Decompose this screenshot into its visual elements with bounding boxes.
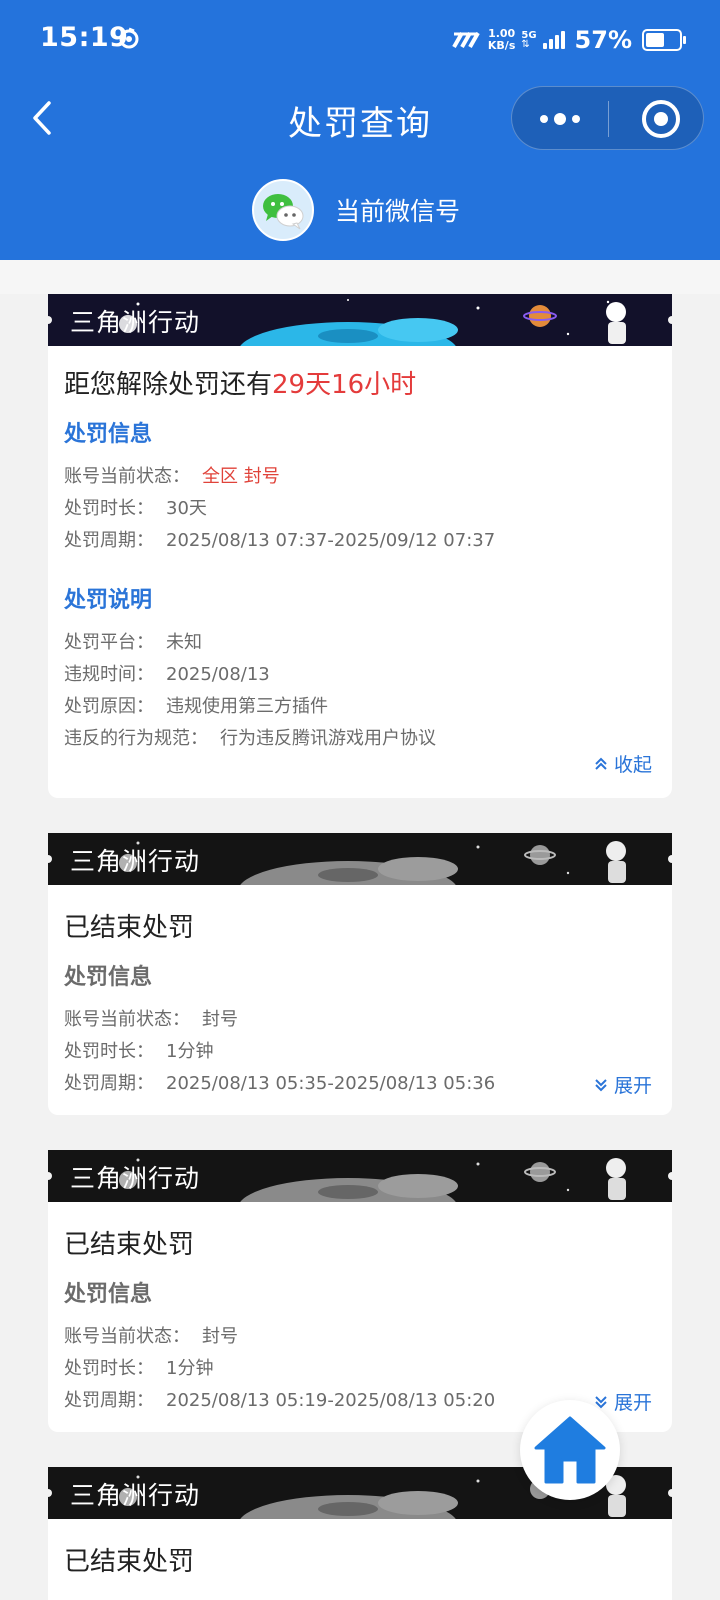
rule-value: 行为违反腾讯游戏用户协议 (220, 728, 436, 749)
description-section-title: 处罚说明 (64, 588, 153, 613)
rule-row: 违反的行为规范： 行为违反腾讯游戏用户协议 (64, 724, 436, 750)
game-name: 三角洲行动 (70, 1481, 201, 1510)
expand-button[interactable]: 展开 (594, 1388, 652, 1415)
account-label: 当前微信号 (335, 197, 461, 226)
expand-button[interactable]: 展开 (594, 1071, 652, 1098)
ended-headline: 已结束处罚 (64, 1230, 195, 1260)
period-row: 处罚周期： 2025/08/13 05:19-2025/08/13 05:20 (64, 1386, 495, 1412)
period-row: 处罚周期： 2025/08/13 05:35-2025/08/13 05:36 (64, 1069, 495, 1095)
status-time: 15:19 (40, 22, 129, 53)
status-value: 封号 (202, 1009, 238, 1030)
expand-label: 展开 (613, 1075, 652, 1097)
duration-value: 30天 (166, 498, 207, 519)
period-label: 处罚周期： (64, 1390, 154, 1411)
signal: 5G ⇅ (521, 31, 536, 50)
violation-time-label: 违规时间： (64, 664, 154, 685)
penalty-card-ended: 三角洲行动 已结束处罚 (48, 1467, 672, 1600)
collapse-button[interactable]: 收起 (594, 750, 652, 777)
status-row: 账号当前状态： 封号 (64, 1005, 238, 1031)
expand-label: 展开 (613, 1392, 652, 1414)
penalty-card-active: 三角洲行动 距您解除处罚还有29天16小时 处罚信息 账号当前状态： 全区 封号 … (48, 294, 672, 798)
platform-value: 未知 (166, 632, 202, 653)
status-value: 全区 封号 (202, 466, 280, 487)
wechat-logo-icon (252, 179, 314, 241)
period-value: 2025/08/13 05:19-2025/08/13 05:20 (166, 1390, 496, 1411)
nav-bar: 处罚查询 (0, 80, 720, 160)
home-button[interactable] (520, 1400, 620, 1500)
period-value: 2025/08/13 05:35-2025/08/13 05:36 (166, 1073, 496, 1094)
period-value: 2025/08/13 07:37-2025/09/12 07:37 (166, 530, 496, 551)
platform-row: 处罚平台： 未知 (64, 628, 202, 654)
reason-value: 违规使用第三方插件 (166, 696, 328, 717)
info-section-title: 处罚信息 (64, 422, 153, 447)
penalty-card-ended: 三角洲行动 已结束处罚 处罚信息 账号当前状态： 封号 处罚时长： 1分钟 处罚周期… (48, 833, 672, 1115)
status-row: 账号当前状态： 全区 封号 (64, 462, 280, 488)
game-banner: 三角洲行动 (48, 833, 672, 885)
data-arrows-icon: ⇅ (521, 39, 530, 50)
mini-program-capsule (511, 86, 704, 150)
duration-row: 处罚时长： 30天 (64, 494, 207, 520)
close-target-icon[interactable] (642, 100, 680, 138)
rule-label: 违反的行为规范： (64, 728, 208, 749)
duration-row: 处罚时长： 1分钟 (64, 1037, 213, 1063)
more-dots-icon (540, 115, 548, 123)
game-name: 三角洲行动 (70, 308, 201, 337)
header: 15:19 1.00 KB/s 5G ⇅ 57% 处罚查询 当前微信号 (0, 0, 720, 260)
battery-icon (642, 29, 686, 51)
chevron-up-double-icon (595, 757, 607, 770)
reason-row: 处罚原因： 违规使用第三方插件 (64, 692, 328, 718)
capsule-divider (608, 101, 609, 137)
violation-time-value: 2025/08/13 (166, 664, 270, 685)
sync-icon (119, 27, 139, 49)
header-divider-strip (0, 260, 720, 294)
platform-label: 处罚平台： (64, 632, 154, 653)
countdown-remaining: 29天16小时 (272, 370, 417, 400)
reason-label: 处罚原因： (64, 696, 154, 717)
status-label: 账号当前状态： (64, 466, 190, 487)
status-value: 封号 (202, 1326, 238, 1347)
more-button[interactable] (512, 87, 608, 151)
status-indicators: 1.00 KB/s 5G ⇅ 57% (452, 24, 686, 56)
penalty-card-ended: 三角洲行动 已结束处罚 处罚信息 账号当前状态： 封号 处罚时长： 1分钟 处罚周期… (48, 1150, 672, 1432)
ended-headline: 已结束处罚 (64, 1547, 195, 1577)
home-icon (534, 1416, 606, 1484)
duration-label: 处罚时长： (64, 1041, 154, 1062)
signal-bars-icon (542, 31, 565, 49)
duration-row: 处罚时长： 1分钟 (64, 1354, 213, 1380)
duration-value: 1分钟 (166, 1041, 214, 1062)
info-section-title: 处罚信息 (64, 965, 153, 990)
game-banner: 三角洲行动 (48, 294, 672, 346)
net-speed-unit: KB/s (487, 39, 516, 52)
period-label: 处罚周期： (64, 530, 154, 551)
violation-time-row: 违规时间： 2025/08/13 (64, 660, 270, 686)
info-section-title: 处罚信息 (64, 1282, 153, 1307)
nfc-icon (452, 32, 480, 48)
battery-percent: 57% (574, 26, 632, 54)
duration-value: 1分钟 (166, 1358, 214, 1379)
status-label: 账号当前状态： (64, 1009, 190, 1030)
net-speed: 1.00 KB/s (488, 28, 515, 52)
ended-headline: 已结束处罚 (64, 913, 195, 943)
game-banner: 三角洲行动 (48, 1150, 672, 1202)
countdown-prefix: 距您解除处罚还有 (64, 370, 273, 400)
status-bar: 15:19 1.00 KB/s 5G ⇅ 57% (0, 0, 720, 80)
period-label: 处罚周期： (64, 1073, 154, 1094)
status-row: 账号当前状态： 封号 (64, 1322, 238, 1348)
game-name: 三角洲行动 (70, 1164, 201, 1193)
duration-label: 处罚时长： (64, 498, 154, 519)
collapse-label: 收起 (613, 754, 652, 776)
game-name: 三角洲行动 (70, 847, 201, 876)
countdown-headline: 距您解除处罚还有29天16小时 (64, 364, 416, 401)
period-row: 处罚周期： 2025/08/13 07:37-2025/09/12 07:37 (64, 526, 495, 552)
status-label: 账号当前状态： (64, 1326, 190, 1347)
duration-label: 处罚时长： (64, 1358, 154, 1379)
account-row[interactable]: 当前微信号 (0, 178, 720, 242)
chevron-down-double-icon (595, 1078, 607, 1091)
